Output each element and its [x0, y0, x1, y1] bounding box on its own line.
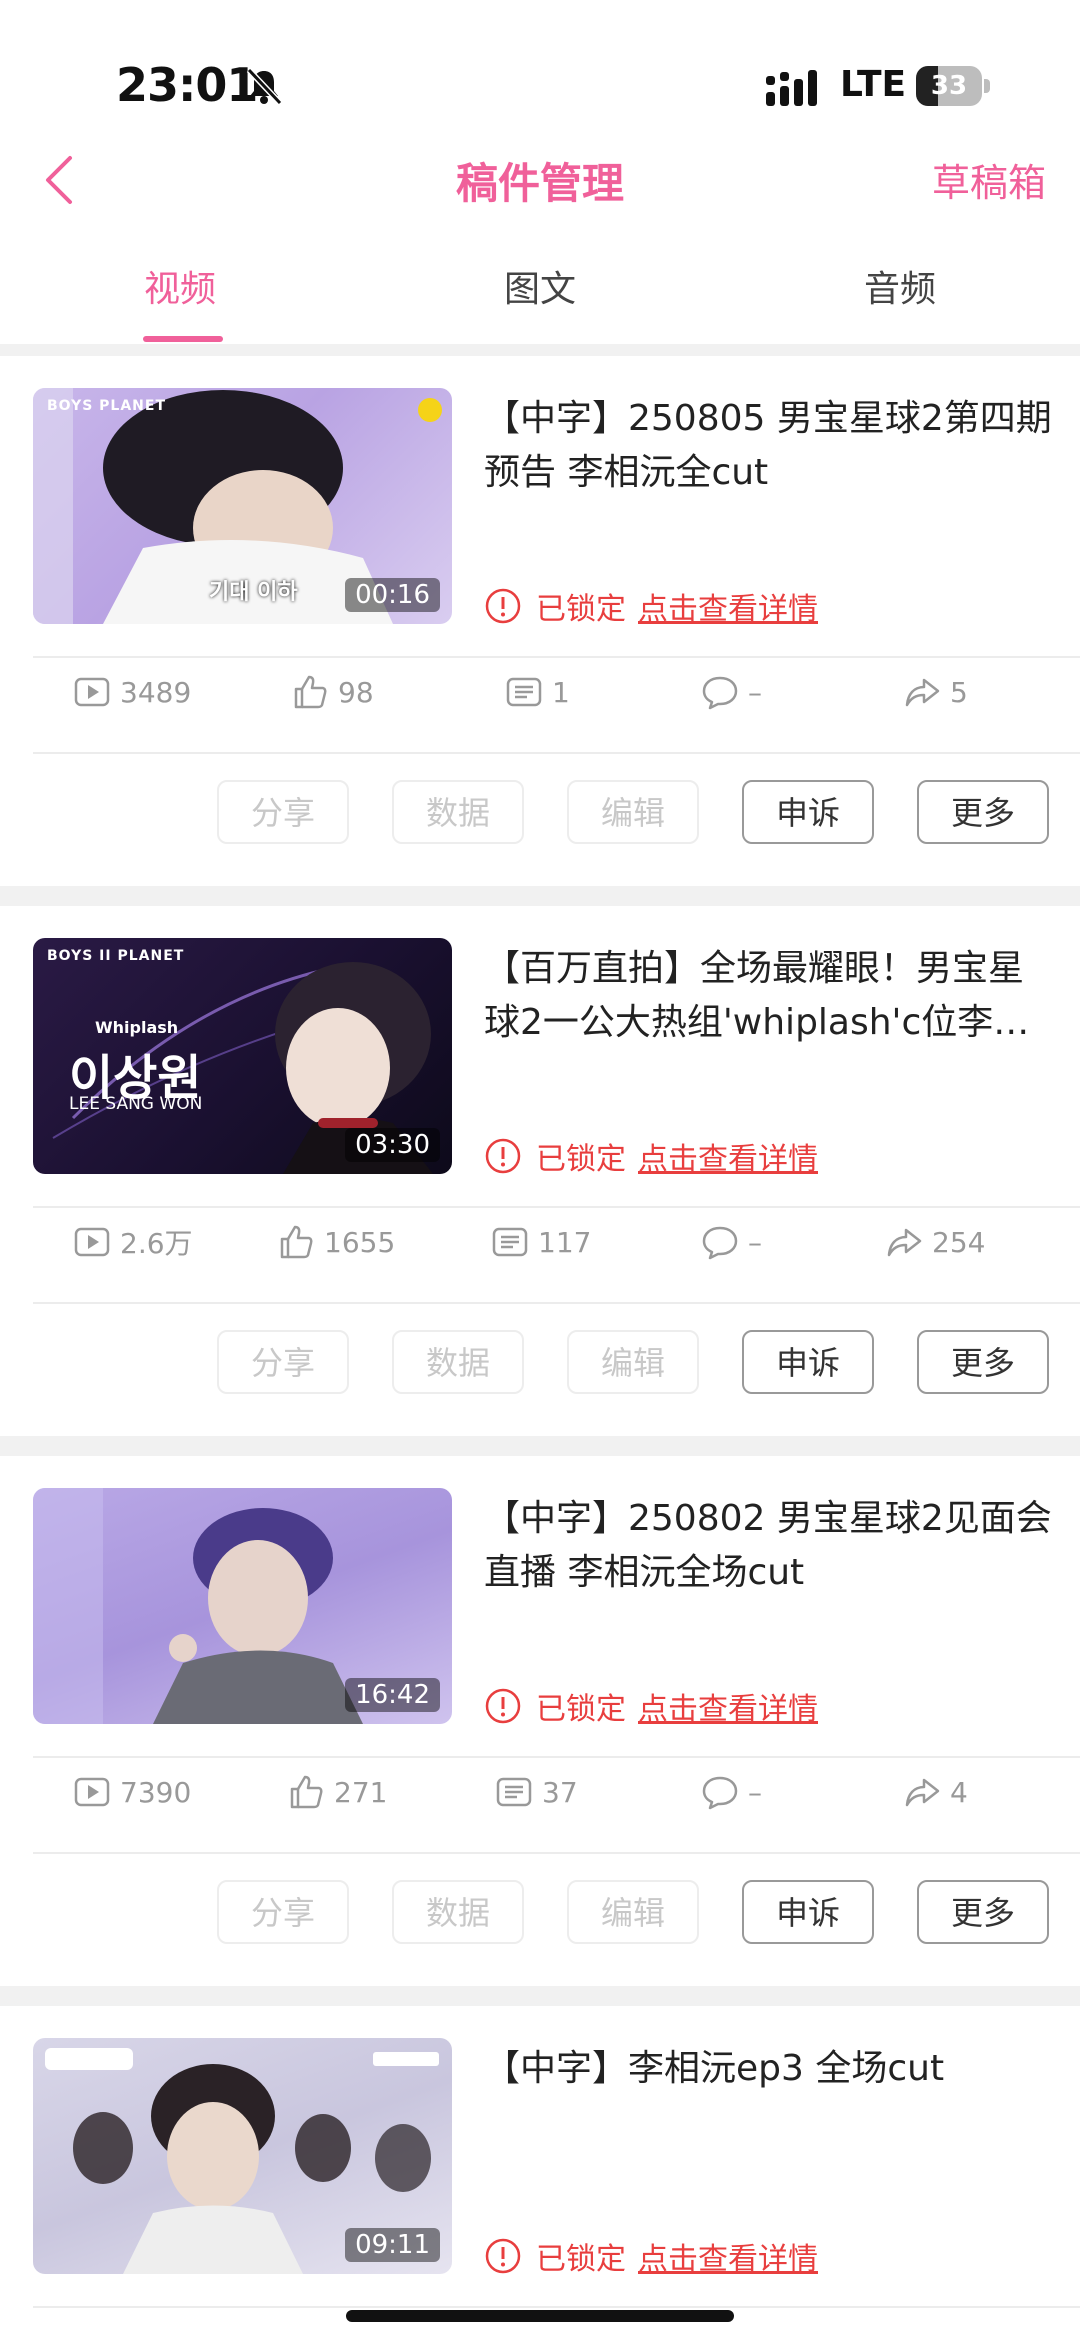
boys-planet-logo: BOYS II PLANET — [47, 948, 185, 964]
lock-status: 已锁定 点击查看详情 — [484, 2234, 818, 2278]
lock-status: 已锁定 点击查看详情 — [484, 1684, 818, 1728]
appeal-button[interactable]: 申诉 — [742, 1880, 874, 1944]
stat-plays: 3489 — [72, 668, 191, 716]
video-duration: 09:11 — [345, 2228, 440, 2262]
share-button[interactable]: 分享 — [217, 1330, 349, 1394]
more-button[interactable]: 更多 — [917, 780, 1049, 844]
boys-planet-logo: BOYS PLANET — [47, 398, 167, 414]
share-arrow-icon — [887, 1228, 922, 1257]
share-arrow-icon — [905, 1778, 940, 1807]
tab-image-text[interactable]: 图文 — [450, 260, 630, 312]
stat-plays: 2.6万 — [72, 1218, 193, 1266]
info-circle-icon — [485, 1688, 521, 1724]
data-button[interactable]: 数据 — [392, 1330, 524, 1394]
play-count-icon — [74, 677, 110, 707]
comment-icon — [702, 1226, 738, 1260]
edit-button[interactable]: 编辑 — [567, 1330, 699, 1394]
video-thumbnail[interactable]: BOYS II PLANET Whiplash 이상원 LEE SANG WON… — [33, 938, 452, 1174]
stat-comments: – — [700, 1218, 762, 1266]
lock-details-link[interactable]: 点击查看详情 — [638, 1134, 818, 1178]
page-title: 稿件管理 — [455, 159, 624, 208]
video-title[interactable]: 【百万直拍】全场最耀眼！男宝星球2一公大热组'whiplash'c位李相沅 — [484, 942, 1054, 1050]
info-circle-icon — [485, 2238, 521, 2274]
data-button[interactable]: 数据 — [392, 1880, 524, 1944]
video-card[interactable]: 09:11 【中字】李相沅ep3 全场cut 已锁定 点击查看详情 — [0, 2006, 1080, 2348]
thumbnail-name-en: LEE SANG WON — [69, 1094, 203, 1114]
stat-comments: – — [700, 668, 762, 716]
share-button[interactable]: 分享 — [217, 1880, 349, 1944]
home-indicator[interactable] — [346, 2310, 734, 2322]
lock-status-text: 已锁定 — [536, 592, 626, 627]
tab-audio[interactable]: 音频 — [810, 260, 990, 312]
stat-comments: – — [700, 1768, 762, 1816]
video-duration: 16:42 — [345, 1678, 440, 1712]
stat-shares: 4 — [902, 1768, 968, 1816]
danmaku-icon — [496, 1777, 532, 1807]
lock-status-text: 已锁定 — [536, 1692, 626, 1727]
stat-danmaku: 37 — [494, 1768, 578, 1816]
video-duration: 00:16 — [345, 578, 440, 612]
play-count-icon — [74, 1777, 110, 1807]
lock-details-link[interactable]: 点击查看详情 — [638, 1684, 818, 1728]
battery-icon: 33 — [916, 66, 990, 106]
video-thumbnail[interactable]: BOYS PLANET 기대 이하 00:16 — [33, 388, 452, 624]
battery-level: 33 — [930, 71, 968, 101]
danmaku-icon — [506, 677, 542, 707]
active-tab-indicator — [143, 336, 223, 342]
stat-danmaku: 1 — [504, 668, 570, 716]
info-circle-icon — [485, 588, 521, 624]
bell-muted-icon — [246, 67, 283, 106]
danmaku-icon — [492, 1227, 528, 1257]
info-circle-icon — [485, 1138, 521, 1174]
stat-plays: 7390 — [72, 1768, 191, 1816]
share-arrow-icon — [905, 678, 940, 707]
lock-status-text: 已锁定 — [536, 1142, 626, 1177]
play-count-icon — [74, 1227, 110, 1257]
tab-video[interactable]: 视频 — [90, 260, 270, 312]
appeal-button[interactable]: 申诉 — [742, 1330, 874, 1394]
stat-shares: 5 — [902, 668, 968, 716]
lock-details-link[interactable]: 点击查看详情 — [638, 2234, 818, 2278]
thumbnail-caption: 기대 이하 — [209, 580, 298, 605]
thumbnail-song: Whiplash — [95, 1018, 179, 1037]
more-button[interactable]: 更多 — [917, 1880, 1049, 1944]
lock-status-text: 已锁定 — [536, 2242, 626, 2277]
data-button[interactable]: 数据 — [392, 780, 524, 844]
video-title[interactable]: 【中字】李相沅ep3 全场cut — [484, 2042, 1054, 2096]
content-tabs: 视频 图文 音频 — [0, 250, 1080, 342]
thumbs-up-icon — [290, 1775, 323, 1809]
video-card[interactable]: BOYS PLANET 기대 이하 00:16 【中字】250805 男宝星球2… — [0, 356, 1080, 886]
comment-icon — [702, 676, 738, 710]
thumbs-up-icon — [280, 1225, 313, 1259]
stat-likes: 98 — [290, 668, 374, 716]
drafts-button[interactable]: 草稿箱 — [932, 152, 1046, 207]
video-card[interactable]: 16:42 【中字】250802 男宝星球2见面会直播 李相沅全场cut 已锁定… — [0, 1456, 1080, 1986]
lock-details-link[interactable]: 点击查看详情 — [638, 584, 818, 628]
nav-bar: 稿件管理 草稿箱 — [0, 130, 1080, 230]
lock-status: 已锁定 点击查看详情 — [484, 584, 818, 628]
share-button[interactable]: 分享 — [217, 780, 349, 844]
more-button[interactable]: 更多 — [917, 1330, 1049, 1394]
video-card[interactable]: BOYS II PLANET Whiplash 이상원 LEE SANG WON… — [0, 906, 1080, 1436]
lock-status: 已锁定 点击查看详情 — [484, 1134, 818, 1178]
appeal-button[interactable]: 申诉 — [742, 780, 874, 844]
stat-likes: 271 — [286, 1768, 387, 1816]
stat-likes: 1655 — [276, 1218, 395, 1266]
video-thumbnail[interactable]: 16:42 — [33, 1488, 452, 1724]
comment-icon — [702, 1776, 738, 1810]
video-title[interactable]: 【中字】250802 男宝星球2见面会直播 李相沅全场cut — [484, 1492, 1054, 1600]
status-time: 23:01 — [116, 58, 258, 112]
stat-danmaku: 117 — [490, 1218, 591, 1266]
network-type: LTE — [840, 64, 907, 105]
video-duration: 03:30 — [345, 1128, 440, 1162]
signal-icon — [766, 70, 817, 106]
edit-button[interactable]: 编辑 — [567, 1880, 699, 1944]
status-bar: 23:01 LTE 33 — [0, 0, 1080, 130]
stat-shares: 254 — [884, 1218, 985, 1266]
video-title[interactable]: 【中字】250805 男宝星球2第四期预告 李相沅全cut — [484, 392, 1054, 500]
video-thumbnail[interactable]: 09:11 — [33, 2038, 452, 2274]
edit-button[interactable]: 编辑 — [567, 780, 699, 844]
thumbs-up-icon — [294, 675, 327, 709]
